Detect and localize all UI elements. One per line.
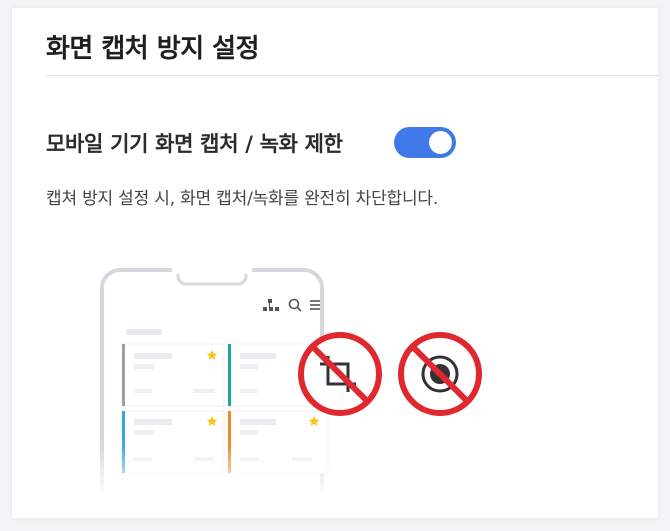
capture-block-illustration bbox=[92, 266, 482, 496]
divider bbox=[46, 75, 658, 76]
page-title: 화면 캡처 방지 설정 bbox=[46, 34, 260, 64]
setting-label: 모바일 기기 화면 캡처 / 녹화 제한 bbox=[46, 132, 343, 156]
toggle-knob bbox=[429, 131, 452, 154]
capture-restriction-toggle[interactable] bbox=[394, 127, 456, 158]
setting-description: 캡쳐 방지 설정 시, 화면 캡처/녹화를 완전히 차단합니다. bbox=[46, 189, 439, 209]
section-heading-placeholder bbox=[126, 329, 162, 335]
record-prohibited-icon bbox=[398, 332, 482, 416]
app-card bbox=[121, 343, 225, 407]
crop-prohibited-icon bbox=[298, 332, 382, 416]
settings-card: 화면 캡처 방지 설정 모바일 기기 화면 캡처 / 녹화 제한 캡쳐 방지 설… bbox=[12, 8, 658, 518]
